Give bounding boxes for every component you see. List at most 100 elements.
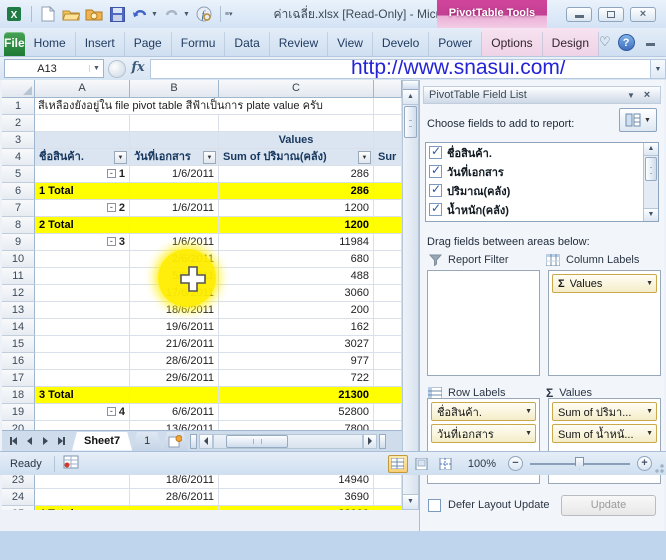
collapse-button[interactable]: - xyxy=(107,407,116,416)
field-list-item[interactable]: น้ำหนัก(คลัง) xyxy=(426,200,658,219)
cell-B15[interactable]: 21/6/2011 xyxy=(130,336,219,353)
scroll-down-icon[interactable]: ▼ xyxy=(644,208,658,221)
scroll-down-icon[interactable]: ▼ xyxy=(403,494,418,509)
report-filter-area[interactable] xyxy=(427,270,540,376)
pill-dropdown-icon[interactable]: ▼ xyxy=(646,408,653,415)
cell-B7[interactable]: 1/6/2011 xyxy=(130,200,219,217)
cell-A10[interactable] xyxy=(35,251,130,268)
restore-button[interactable] xyxy=(598,7,624,22)
pane-layout-button[interactable]: ▼ xyxy=(619,108,657,132)
heart-icon[interactable]: ♡ xyxy=(599,34,611,50)
row-header-11[interactable]: 11 xyxy=(2,268,35,285)
cell-B8[interactable] xyxy=(130,217,219,234)
function-wizard-icon[interactable]: f xyxy=(195,5,213,23)
cell-A15[interactable] xyxy=(35,336,130,353)
cell-A17[interactable] xyxy=(35,370,130,387)
filter-dropdown-icon[interactable]: ▼ xyxy=(203,151,216,164)
tab-home[interactable]: Home xyxy=(25,32,76,56)
cell-A4[interactable]: ชื่อสินค้า.▼ xyxy=(35,149,130,166)
column-header-B[interactable]: B xyxy=(130,80,219,98)
cell-A18[interactable]: 3 Total xyxy=(35,387,130,404)
cell-C5[interactable]: 286 xyxy=(219,166,374,183)
cell-D11[interactable] xyxy=(374,268,402,285)
cell-A3[interactable] xyxy=(35,132,130,149)
cell-A6[interactable]: 1 Total xyxy=(35,183,130,200)
row-header-9[interactable]: 9 xyxy=(2,234,35,251)
cell-B24[interactable]: 28/6/2011 xyxy=(130,489,219,506)
field-pill[interactable]: ชื่อสินค้า.▼ xyxy=(431,402,536,421)
cell-D14[interactable] xyxy=(374,319,402,336)
cell-C13[interactable]: 200 xyxy=(219,302,374,319)
cell-B18[interactable] xyxy=(130,387,219,404)
split-handle[interactable] xyxy=(403,81,418,90)
scroll-up-icon[interactable]: ▲ xyxy=(644,143,658,156)
cell-A7[interactable]: -2 xyxy=(35,200,130,217)
cell-A13[interactable] xyxy=(35,302,130,319)
cell-C9[interactable]: 11984 xyxy=(219,234,374,251)
cell-C6[interactable]: 286 xyxy=(219,183,374,200)
row-header-8[interactable]: 8 xyxy=(2,217,35,234)
column-header-d[interactable] xyxy=(374,80,402,98)
column-header-A[interactable]: A xyxy=(35,80,130,98)
cell-D1[interactable] xyxy=(374,98,402,115)
cell-B16[interactable]: 28/6/2011 xyxy=(130,353,219,370)
cell-D19[interactable] xyxy=(374,404,402,421)
tab-develo[interactable]: Develo xyxy=(373,32,429,56)
cell-D16[interactable] xyxy=(374,353,402,370)
folder-star-icon[interactable] xyxy=(85,5,103,23)
pill-dropdown-icon[interactable]: ▼ xyxy=(646,280,653,287)
tab-view[interactable]: View xyxy=(328,32,373,56)
zoom-out-button[interactable]: − xyxy=(508,456,523,471)
vertical-scroll-thumb[interactable] xyxy=(404,106,417,138)
next-sheet-icon[interactable] xyxy=(38,434,52,448)
tab-formu[interactable]: Formu xyxy=(172,32,226,56)
field-checkbox[interactable] xyxy=(429,203,442,216)
help-icon[interactable]: ? xyxy=(618,34,635,51)
tab-power[interactable]: Power xyxy=(429,32,482,56)
zoom-in-button[interactable]: + xyxy=(637,456,652,471)
field-pill[interactable]: ΣValues▼ xyxy=(552,274,657,293)
previous-sheet-icon[interactable] xyxy=(22,434,36,448)
cell-D24[interactable] xyxy=(374,489,402,506)
cell-C18[interactable]: 21300 xyxy=(219,387,374,404)
cell-C8[interactable]: 1200 xyxy=(219,217,374,234)
field-list-scrollbar[interactable]: ▲ ▼ xyxy=(643,143,658,221)
cell-C7[interactable]: 1200 xyxy=(219,200,374,217)
undo-dropdown-icon[interactable]: ▼ xyxy=(151,11,158,18)
row-header-2[interactable]: 2 xyxy=(2,115,35,132)
vertical-scrollbar[interactable]: ▲ ▼ xyxy=(402,80,419,510)
cell-B3[interactable] xyxy=(130,132,219,149)
row-header-4[interactable]: 4 xyxy=(2,149,35,166)
cell-A12[interactable] xyxy=(35,285,130,302)
cell-D17[interactable] xyxy=(374,370,402,387)
tab-split-handle[interactable] xyxy=(190,434,197,449)
qat-customize-icon[interactable]: ≡▾ xyxy=(225,10,233,18)
row-header-12[interactable]: 12 xyxy=(2,285,35,302)
workbook-minimize-button[interactable] xyxy=(642,35,660,49)
cell-B6[interactable] xyxy=(130,183,219,200)
cell-D13[interactable] xyxy=(374,302,402,319)
cell-C10[interactable]: 680 xyxy=(219,251,374,268)
zoom-slider-thumb[interactable] xyxy=(575,457,584,470)
insert-worksheet-tab[interactable] xyxy=(162,432,188,451)
horizontal-scrollbar[interactable] xyxy=(213,434,363,449)
formula-input[interactable]: http://www.snasui.com/ xyxy=(150,59,650,79)
defer-layout-checkbox[interactable] xyxy=(428,499,441,512)
row-header-3[interactable]: 3 xyxy=(2,132,35,149)
row-header-17[interactable]: 17 xyxy=(2,370,35,387)
row-header-15[interactable]: 15 xyxy=(2,336,35,353)
cell-D12[interactable] xyxy=(374,285,402,302)
collapse-button[interactable]: - xyxy=(107,169,116,178)
cell-B9[interactable]: 1/6/2011 xyxy=(130,234,219,251)
row-header-7[interactable]: 7 xyxy=(2,200,35,217)
tab-page-l[interactable]: Page L xyxy=(125,32,172,56)
field-list-item[interactable]: ปริมาณ(คลัง) xyxy=(426,181,658,200)
pane-close-icon[interactable]: × xyxy=(639,89,655,101)
formula-bar-splitter[interactable] xyxy=(108,60,126,78)
cell-D3[interactable] xyxy=(374,132,402,149)
tab-file[interactable]: File xyxy=(4,32,25,56)
pill-dropdown-icon[interactable]: ▼ xyxy=(646,430,653,437)
filter-dropdown-icon[interactable]: ▼ xyxy=(358,151,371,164)
sheet-tab-sheet7[interactable]: Sheet7 xyxy=(72,432,132,451)
field-list-scroll-thumb[interactable] xyxy=(645,157,657,181)
